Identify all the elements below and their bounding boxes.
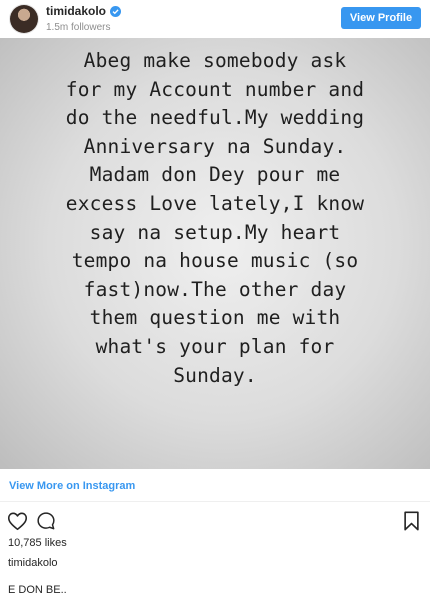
username-row: timidakolo [46, 4, 122, 18]
post-text-line: Abeg make somebody ask [83, 49, 347, 72]
followers-count: 1.5m followers [46, 22, 111, 33]
caption-text: E DON BE.. [8, 584, 67, 596]
post-text-line: for my Account number and [65, 77, 365, 101]
post-text-line: Madam don Dey pour me [89, 163, 341, 187]
post-text-line: say na setup.My heart [89, 220, 341, 244]
post-text: Abeg make somebody ask for my Account nu… [0, 47, 430, 390]
post-text-line: what's your plan for [95, 334, 335, 358]
action-bar [0, 509, 430, 533]
divider [0, 501, 430, 502]
user-block: timidakolo 1.5m followers [46, 4, 122, 33]
post-header: timidakolo 1.5m followers View Profile [0, 0, 430, 38]
comment-icon[interactable] [36, 511, 56, 531]
view-more-link[interactable]: View More on Instagram [9, 480, 135, 492]
post-text-line: them question me with [89, 306, 341, 330]
post-text-line: excess Love lately,I know [65, 191, 365, 215]
post-text-line: do the needful.My wedding [65, 106, 365, 130]
verified-badge-icon [110, 5, 122, 17]
post-text-line: Anniversary na Sunday. [83, 134, 347, 158]
likes-count[interactable]: 10,785 likes [8, 537, 67, 549]
caption-username[interactable]: timidakolo [8, 557, 58, 569]
view-profile-button[interactable]: View Profile [341, 7, 421, 29]
avatar[interactable] [10, 5, 38, 33]
post-text-line: fast)now.The other day [83, 277, 347, 301]
bookmark-icon[interactable] [403, 511, 420, 531]
post-text-line: Sunday. [173, 363, 257, 387]
username[interactable]: timidakolo [46, 4, 106, 18]
post-text-line: tempo na house music (so [71, 249, 359, 273]
heart-icon[interactable] [7, 511, 28, 531]
